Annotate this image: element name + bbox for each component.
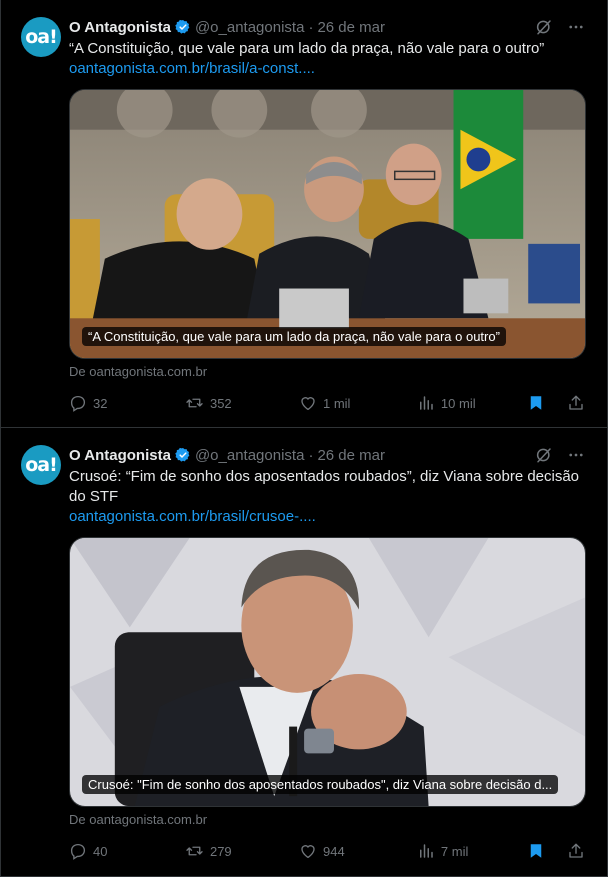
bookmark-icon[interactable] — [527, 394, 545, 412]
more-icon[interactable] — [567, 18, 585, 36]
tweet-text: Crusoé: “Fim de sonho dos aposentados ro… — [69, 468, 584, 505]
card-source[interactable]: De oantagonista.com.br — [69, 364, 585, 379]
avatar-logo-text: oa! — [25, 26, 58, 48]
grok-icon[interactable] — [535, 18, 553, 36]
share-icon[interactable] — [567, 394, 585, 412]
avatar-logo-text: oa! — [25, 454, 58, 476]
like-button[interactable]: 944 — [299, 842, 417, 860]
link-card[interactable]: “A Constituição, que vale para um lado d… — [69, 89, 586, 359]
reply-icon — [70, 843, 86, 860]
like-icon — [301, 845, 315, 859]
reply-count: 32 — [93, 395, 108, 411]
share-icon[interactable] — [567, 842, 585, 860]
separator-dot: · — [308, 18, 314, 36]
tweet-date[interactable]: 26 de mar — [317, 447, 385, 464]
card-source[interactable]: De oantagonista.com.br — [69, 812, 585, 827]
views-count: 7 mil — [440, 843, 469, 859]
more-icon[interactable] — [567, 446, 585, 464]
card-title-overlay: Crusoé: "Fim de sonho dos aposentados ro… — [82, 775, 559, 794]
bookmark-icon[interactable] — [527, 842, 545, 860]
tweet[interactable]: oa! O Antagonista @o_antagonista · 26 de… — [0, 428, 608, 877]
tweet[interactable]: oa! O Antagonista @o_antagonista · 26 de… — [0, 0, 608, 428]
tweet-link[interactable]: oantagonista.com.br/brasil/a-const.... — [69, 59, 585, 79]
tweet-header: O Antagonista @o_antagonista · 26 de mar — [69, 17, 585, 37]
author-name[interactable]: O Antagonista — [69, 447, 171, 464]
like-icon — [301, 397, 315, 411]
link-card[interactable]: Crusoé: "Fim de sonho dos aposentados ro… — [69, 537, 586, 807]
card-photo — [70, 90, 585, 358]
avatar[interactable]: oa! — [21, 17, 61, 57]
tweet-date[interactable]: 26 de mar — [317, 19, 385, 36]
views-count: 10 mil — [440, 395, 476, 411]
author-name[interactable]: O Antagonista — [69, 19, 171, 36]
card-photo — [70, 538, 585, 806]
reply-icon — [70, 395, 86, 412]
repost-icon — [186, 846, 203, 856]
author-handle[interactable]: @o_antagonista — [195, 19, 304, 36]
like-count: 944 — [322, 843, 345, 859]
tweet-text: “A Constituição, que vale para um lado d… — [69, 40, 545, 57]
reply-button[interactable]: 40 — [69, 842, 185, 860]
repost-button[interactable]: 279 — [185, 842, 299, 860]
avatar[interactable]: oa! — [21, 445, 61, 485]
views-button[interactable]: 10 mil — [417, 394, 527, 412]
repost-count: 352 — [209, 395, 232, 411]
like-count: 1 mil — [322, 395, 351, 411]
repost-button[interactable]: 352 — [185, 394, 299, 412]
card-title-overlay: “A Constituição, que vale para um lado d… — [82, 327, 506, 346]
tweet-header: O Antagonista @o_antagonista · 26 de mar — [69, 445, 585, 465]
reply-button[interactable]: 32 — [69, 394, 185, 412]
timeline-feed: oa! O Antagonista @o_antagonista · 26 de… — [0, 0, 608, 877]
repost-icon — [186, 398, 203, 408]
reply-count: 40 — [93, 843, 108, 859]
like-button[interactable]: 1 mil — [299, 394, 417, 412]
views-icon — [419, 844, 433, 858]
tweet-actions: 40 279 944 7 mil — [69, 841, 585, 861]
views-icon — [419, 396, 433, 410]
separator-dot: · — [308, 446, 314, 464]
verified-badge-icon[interactable] — [175, 447, 191, 463]
verified-badge-icon[interactable] — [175, 19, 191, 35]
author-handle[interactable]: @o_antagonista — [195, 447, 304, 464]
tweet-actions: 32 352 1 mil 10 mil — [69, 393, 585, 413]
tweet-link[interactable]: oantagonista.com.br/brasil/crusoe-.... — [69, 507, 585, 527]
grok-icon[interactable] — [535, 446, 553, 464]
repost-count: 279 — [209, 843, 232, 859]
views-button[interactable]: 7 mil — [417, 842, 527, 860]
